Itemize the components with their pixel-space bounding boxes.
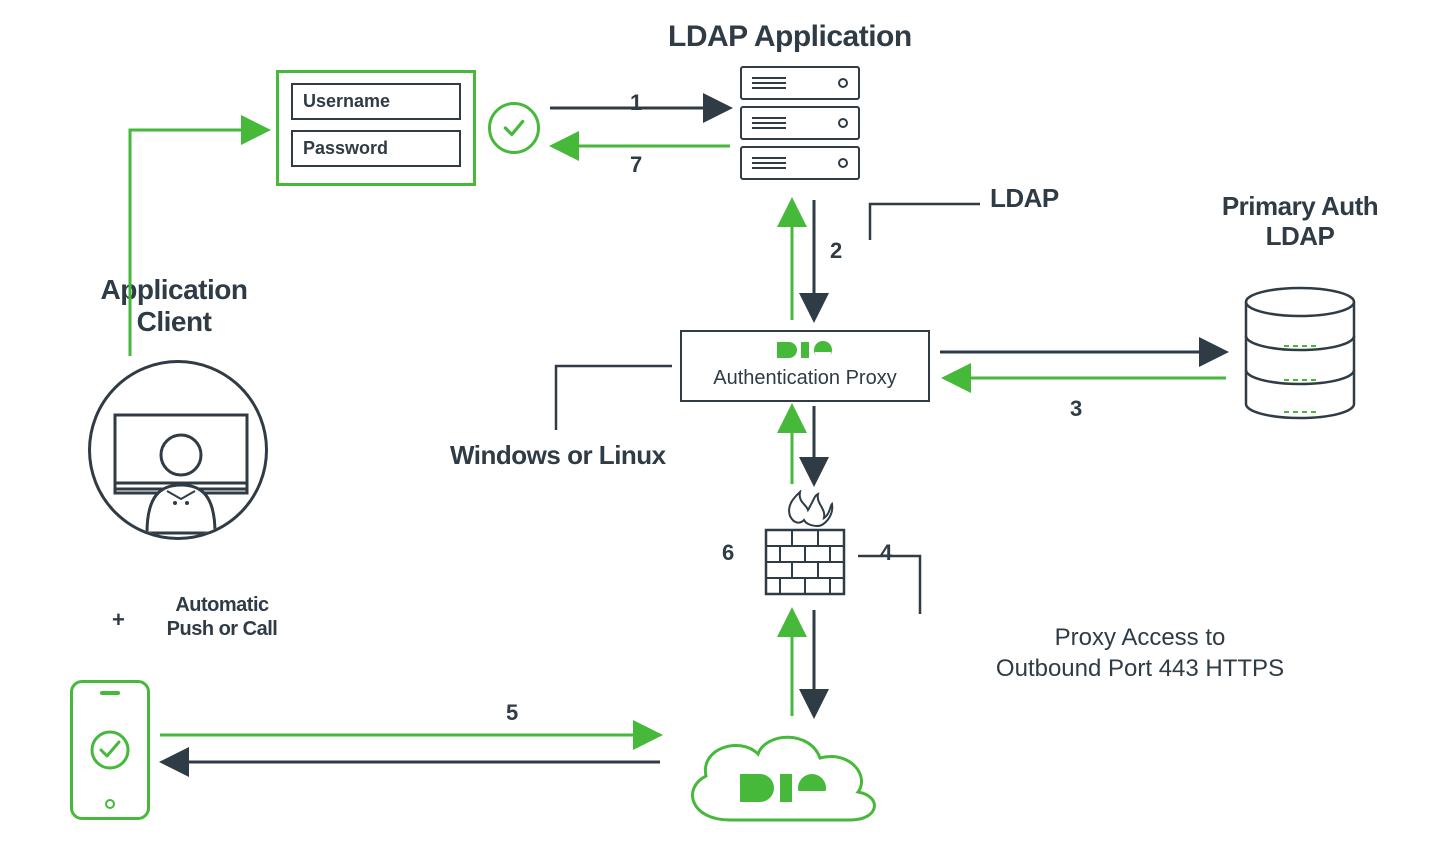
diagram-stage: LDAP Application LDAP Primary Auth LDAP …: [0, 0, 1450, 854]
flow-arrows: [0, 0, 1450, 854]
